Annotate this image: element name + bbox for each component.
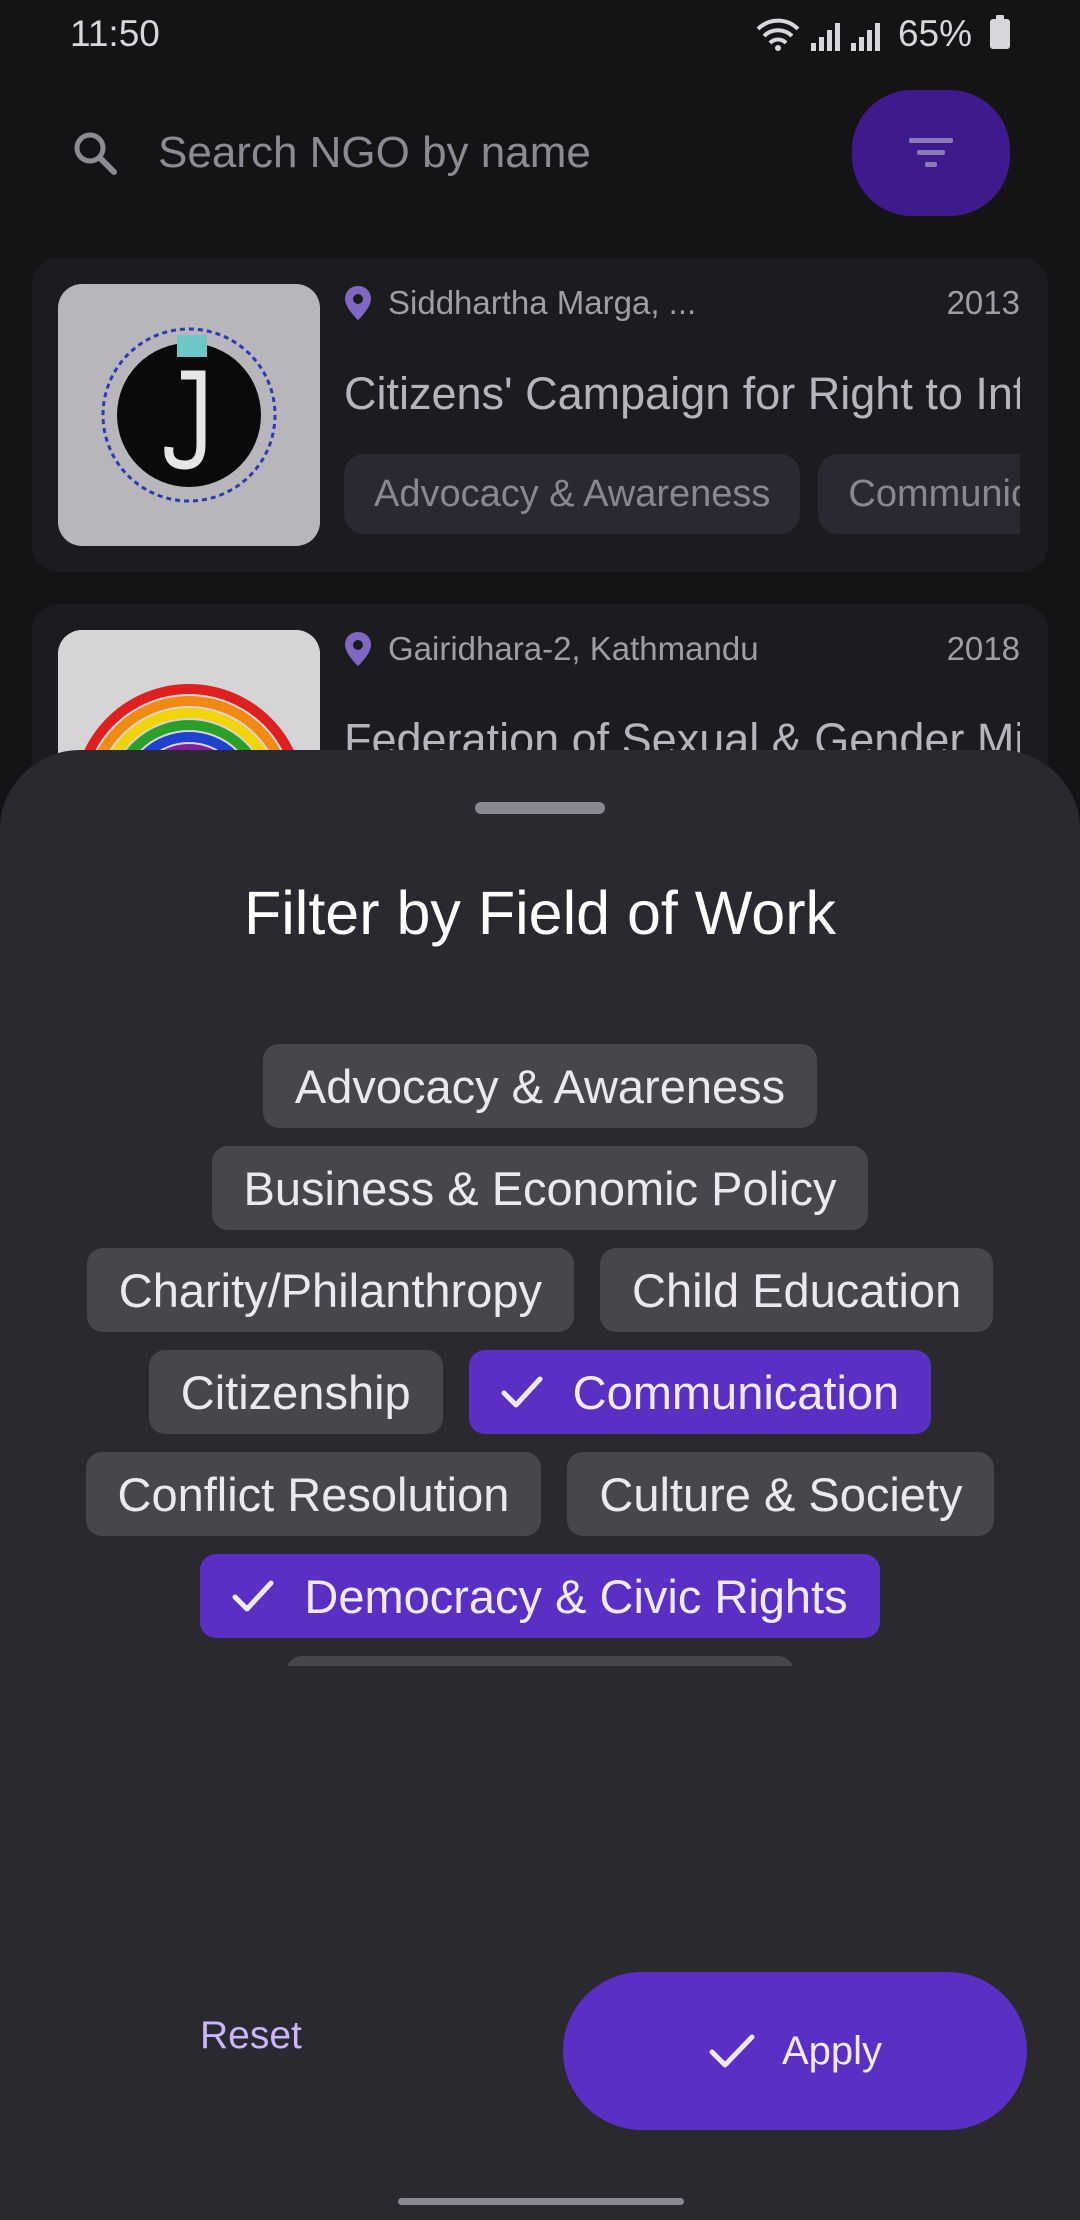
filter-chip[interactable]: Conflict Resolution [85, 1452, 542, 1536]
ngo-location: Siddhartha Marga, ... [388, 284, 697, 321]
filter-chip-label: Advocacy & Awareness [294, 1059, 786, 1113]
ngo-location-row: Gairidhara-2, Kathmandu 2018 [344, 630, 1020, 668]
filter-chip[interactable]: Charity/Philanthropy [86, 1248, 574, 1332]
search-icon [74, 132, 117, 175]
status-icons [756, 17, 880, 51]
sheet-title: Filter by Field of Work [243, 879, 837, 947]
filter-chip[interactable]: Culture & Society [567, 1452, 995, 1536]
ngo-location-row: Siddhartha Marga, ... 2013 [344, 284, 1020, 322]
filter-chip[interactable]: Disability & Handicap [285, 1656, 795, 1666]
ccri-logo-icon [101, 327, 277, 503]
ngo-tag: Advocacy & Awareness [344, 454, 801, 534]
location-pin-icon [345, 286, 371, 320]
ngo-year: 2013 [946, 284, 1020, 321]
filter-chip[interactable]: Democracy & Civic Rights [200, 1554, 880, 1638]
status-right: 65% [756, 13, 1010, 55]
wifi-icon [756, 18, 800, 51]
filter-chip-label: Conflict Resolution [117, 1467, 510, 1521]
filter-icon [909, 138, 953, 167]
battery-icon [990, 15, 1010, 49]
filter-chip-label: Democracy & Civic Rights [304, 1569, 848, 1623]
check-icon [232, 1579, 274, 1613]
search-input[interactable]: Search NGO by name [70, 128, 591, 178]
gesture-nav-bar[interactable] [398, 2198, 684, 2205]
filter-chip[interactable]: Advocacy & Awareness [262, 1044, 818, 1128]
status-bar: 11:50 65% [0, 0, 1080, 68]
chip-row: Disability & Handicap [40, 1656, 1040, 1666]
search-row: Search NGO by name [70, 90, 1010, 216]
filter-chip[interactable]: Child Education [600, 1248, 994, 1332]
check-icon [501, 1375, 543, 1409]
chip-row: Advocacy & Awareness [40, 1044, 1040, 1146]
apply-button[interactable]: Apply [563, 1972, 1027, 2130]
filter-chip-label: Culture & Society [599, 1467, 963, 1521]
filter-chip-label: Citizenship [180, 1365, 411, 1419]
location-pin-icon [345, 632, 371, 666]
field-of-work-chips: Advocacy & Awareness Business & Economic … [40, 1044, 1040, 1666]
battery-percent: 65% [897, 13, 972, 54]
reset-button[interactable]: Reset [200, 2014, 302, 2058]
ngo-year: 2018 [946, 630, 1020, 667]
filter-chip-label: Charity/Philanthropy [118, 1263, 542, 1317]
chip-row: Conflict Resolution Culture & Society [40, 1452, 1040, 1554]
ngo-name: Citizens' Campaign for Right to Informat… [344, 368, 1020, 419]
chip-row: Democracy & Civic Rights [40, 1554, 1040, 1656]
ngo-tag: Communication [818, 454, 1020, 534]
filter-chip-label: Communication [572, 1365, 900, 1419]
apply-label: Apply [781, 2028, 883, 2073]
signal-icon [810, 23, 840, 51]
chip-row: Citizenship Communication [40, 1350, 1040, 1452]
filter-chip-label: Child Education [632, 1263, 962, 1317]
filter-bottom-sheet: Filter by Field of Work Advocacy & Aware… [0, 750, 1080, 2220]
chip-row: Charity/Philanthropy Child Education [40, 1248, 1040, 1350]
check-icon [709, 2034, 755, 2068]
filter-button[interactable] [852, 90, 1010, 216]
filter-chip[interactable]: Business & Economic Policy [211, 1146, 869, 1230]
ngo-tags: Advocacy & Awareness Communication [344, 454, 1020, 536]
filter-chip-label: Business & Economic Policy [243, 1161, 837, 1215]
search-placeholder: Search NGO by name [158, 128, 591, 177]
ngo-card[interactable]: Siddhartha Marga, ... 2013 Citizens' Cam… [32, 258, 1048, 572]
filter-chip[interactable]: Citizenship [148, 1350, 443, 1434]
ngo-location: Gairidhara-2, Kathmandu [388, 630, 759, 667]
chip-row: Business & Economic Policy [40, 1146, 1040, 1248]
status-time: 11:50 [70, 13, 160, 54]
signal-icon [850, 23, 880, 51]
drag-handle[interactable] [475, 802, 605, 814]
ngo-logo [58, 284, 320, 546]
filter-chip[interactable]: Communication [468, 1350, 932, 1434]
